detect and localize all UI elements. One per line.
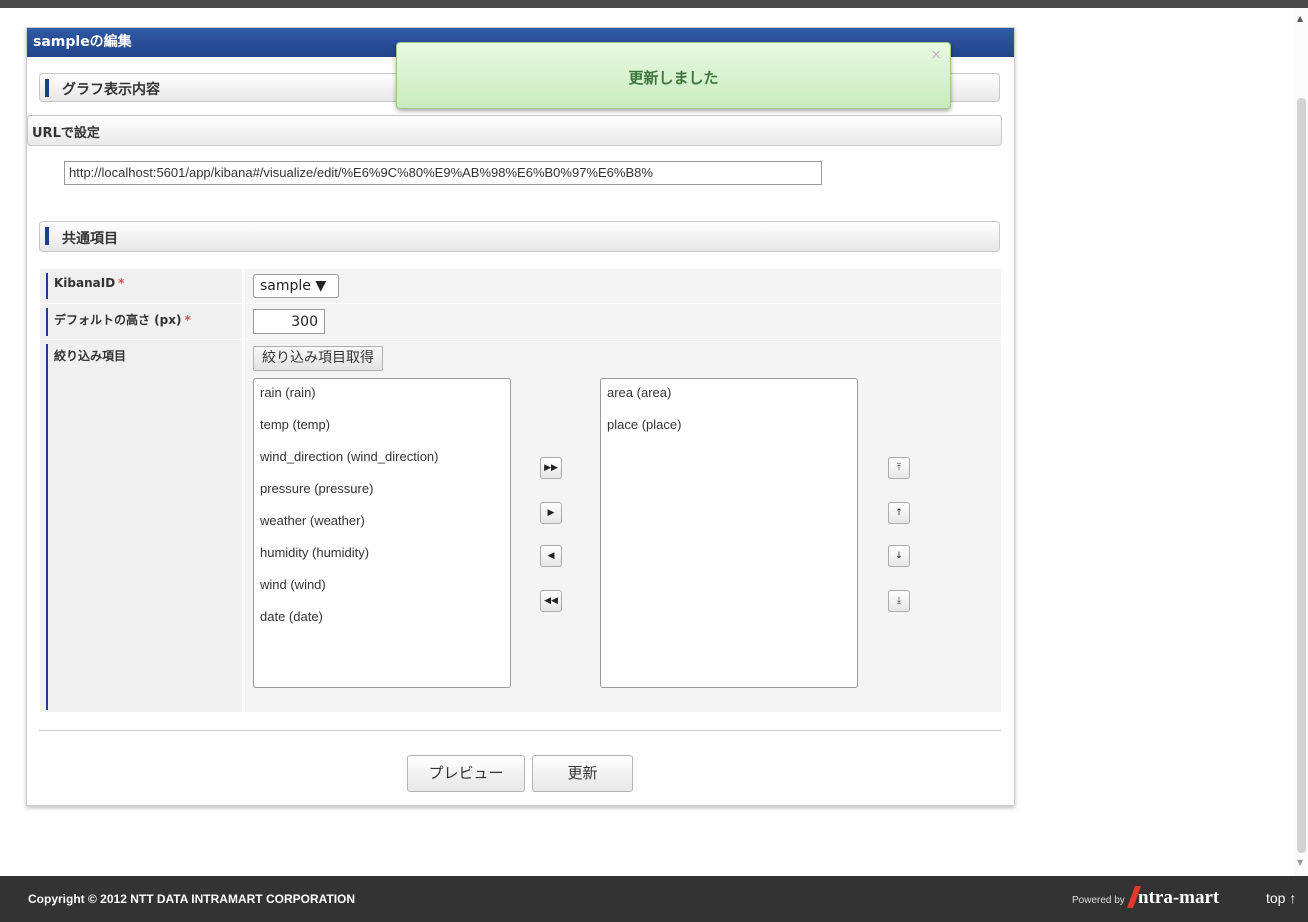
fetch-filter-button[interactable]: 絞り込み項目取得 — [253, 346, 383, 371]
list-item[interactable]: pressure (pressure) — [260, 481, 510, 513]
required-mark: * — [118, 276, 125, 290]
common-form: KibanaID * sample ▼ デフォルトの高さ (px) * 300 絞り… — [40, 269, 1001, 713]
scrollbar[interactable]: ▲ ▼ — [1295, 8, 1308, 876]
list-item[interactable]: date (date) — [260, 609, 510, 641]
scrollbar-thumb[interactable] — [1297, 98, 1306, 853]
preview-button[interactable]: プレビュー — [407, 755, 525, 792]
move-all-left-icon: ◀◀ — [544, 596, 558, 606]
filter-label: 絞り込み項目 — [54, 349, 127, 363]
edit-panel: sampleの編集 グラフ表示内容 URLで設定 http://localhos… — [26, 27, 1015, 806]
copyright-text: Copyright © 2012 NTT DATA INTRAMART CORP… — [28, 892, 356, 906]
move-all-left-button[interactable]: ◀◀ — [540, 590, 562, 612]
move-up-icon: ↑ — [895, 508, 903, 518]
success-toast: 更新しました × — [396, 42, 951, 109]
move-all-right-icon: ▶▶ — [544, 463, 558, 473]
kibana-row: KibanaID * sample ▼ — [40, 269, 1001, 304]
move-left-button[interactable]: ◀ — [540, 545, 562, 567]
footer: Copyright © 2012 NTT DATA INTRAMART CORP… — [0, 876, 1308, 922]
height-label: デフォルトの高さ (px) — [54, 313, 182, 327]
list-item[interactable]: rain (rain) — [260, 385, 510, 417]
url-input[interactable]: http://localhost:5601/app/kibana#/visual… — [64, 161, 822, 185]
move-down-icon: ↓ — [895, 551, 903, 561]
move-left-icon: ◀ — [547, 551, 555, 561]
scroll-down-icon[interactable]: ▼ — [1297, 858, 1303, 867]
required-mark: * — [184, 313, 191, 327]
height-input[interactable]: 300 — [253, 309, 325, 334]
powered-by-text: Powered by — [1072, 895, 1125, 906]
section-common[interactable]: 共通項目 — [39, 221, 1000, 252]
list-item[interactable]: wind (wind) — [260, 577, 510, 609]
available-list[interactable]: rain (rain) temp (temp) wind_direction (… — [253, 378, 511, 688]
move-right-button[interactable]: ▶ — [540, 502, 562, 524]
move-all-right-button[interactable]: ▶▶ — [540, 457, 562, 479]
top-link[interactable]: top ↑ — [1266, 890, 1296, 906]
kibana-label: KibanaID — [54, 276, 116, 290]
move-bottom-icon: ⤓ — [897, 596, 901, 606]
section-url-label: URLで設定 — [32, 126, 100, 141]
list-item[interactable]: area (area) — [607, 385, 857, 417]
list-item[interactable]: place (place) — [607, 417, 857, 449]
top-border — [0, 0, 1308, 8]
kibana-select[interactable]: sample ▼ — [253, 274, 339, 298]
selected-list[interactable]: area (area) place (place) — [600, 378, 858, 688]
section-common-label: 共通項目 — [62, 231, 118, 247]
divider — [39, 730, 1001, 731]
update-button[interactable]: 更新 — [532, 755, 633, 792]
move-up-button[interactable]: ↑ — [888, 502, 910, 524]
move-top-button[interactable]: ⤒ — [888, 457, 910, 479]
move-top-icon: ⤒ — [897, 463, 901, 473]
list-item[interactable]: humidity (humidity) — [260, 545, 510, 577]
list-item[interactable]: weather (weather) — [260, 513, 510, 545]
height-row: デフォルトの高さ (px) * 300 — [40, 304, 1001, 340]
scroll-up-icon[interactable]: ▲ — [1297, 14, 1303, 23]
intra-mart-logo: ntra-mart — [1138, 887, 1220, 908]
toast-message: 更新しました — [628, 69, 719, 87]
list-item[interactable]: temp (temp) — [260, 417, 510, 449]
move-right-icon: ▶ — [547, 508, 555, 518]
section-graph-label: グラフ表示内容 — [62, 82, 160, 98]
move-down-button[interactable]: ↓ — [888, 545, 910, 567]
list-item[interactable]: wind_direction (wind_direction) — [260, 449, 510, 481]
move-bottom-button[interactable]: ⤓ — [888, 590, 910, 612]
close-icon[interactable]: × — [930, 47, 942, 63]
section-url[interactable]: URLで設定 — [27, 115, 1002, 146]
filter-row: 絞り込み項目 絞り込み項目取得 rain (rain) temp (temp) … — [40, 340, 1001, 713]
